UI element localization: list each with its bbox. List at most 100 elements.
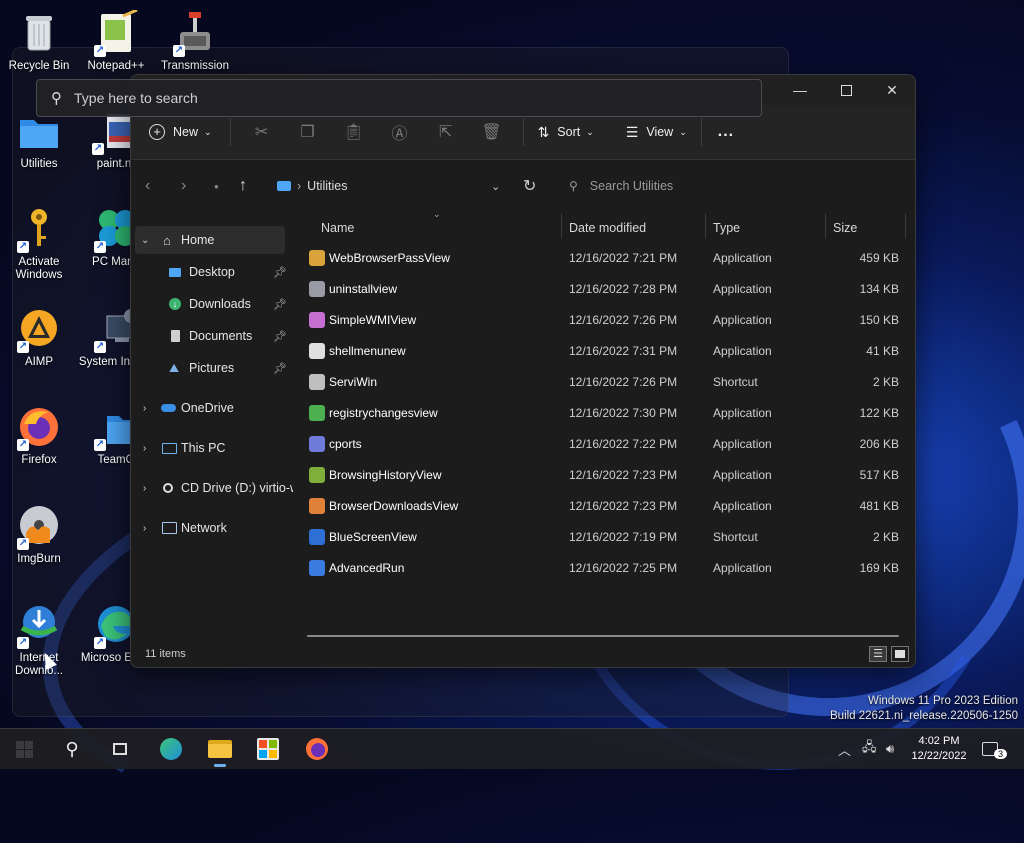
pictures-icon: ⛰ [169,360,180,375]
desktop-icon-transmission[interactable]: ↗ Transmission [157,10,233,73]
desktop-icon-notepadpp[interactable]: ↗ Notepad++ [78,8,154,73]
view-button[interactable]: ☰ View ⌄ [626,124,687,141]
taskbar-edge-button[interactable] [151,729,191,769]
volume-button[interactable]: 🔊︎ [886,729,894,769]
desktop-icon-utilities[interactable]: Utilities [1,108,77,171]
address-row: ‹ › ● ↑ › Utilities ⌄ ↻ ⚲ Search Utiliti… [131,160,915,212]
file-date-modified: 12/16/2022 7:30 PM [569,406,678,420]
desktop-icon-recycle-bin[interactable]: Recycle Bin [1,10,77,73]
copy-button[interactable]: ❐ [285,116,331,148]
file-row[interactable]: uninstallview 12/16/2022 7:28 PM Applicati… [303,274,907,305]
clock[interactable]: 4:02 PM 12/22/2022 [908,734,970,764]
column-header-date[interactable]: Date modified [569,217,646,239]
desktop-icon-label: Utilities [20,158,58,170]
close-button[interactable]: ✕ [869,75,915,105]
file-row[interactable]: registrychangesview 12/16/2022 7:30 PM App… [303,398,907,429]
file-icon [309,281,325,297]
shortcut-arrow-icon: ↗ [94,45,106,57]
file-type: Application [713,561,772,575]
plus-circle-icon: + [149,124,165,140]
column-header-type[interactable]: Type [713,217,740,239]
search-icon: ⚲ [65,738,79,759]
file-row[interactable]: shellmenunew 12/16/2022 7:31 PM Applicatio… [303,336,907,367]
file-icon [309,436,325,452]
desktop-icon-label: Transmission [161,60,229,72]
file-row[interactable]: cports 12/16/2022 7:22 PM Application 206 K… [303,429,907,460]
desktop-icon-internet-download-manager[interactable]: ↗ Internet Downlo... [1,602,77,678]
delete-button[interactable]: 🗑︎ [469,116,515,148]
clipboard-icon: 📋︎ [343,124,364,141]
file-name: cports [329,437,362,451]
desktop-icon-firefox[interactable]: ↗ Firefox [1,404,77,467]
sidebar-item-cd-drive[interactable]: › CD Drive (D:) virtio-w [135,474,293,502]
search-popup[interactable]: ⚲ Type here to search [36,79,762,117]
file-row[interactable]: BrowsingHistoryView 12/16/2022 7:23 PM App… [303,460,907,491]
taskbar-search-button[interactable]: ⚲ [52,729,92,769]
sidebar-item-label: Network [181,521,227,535]
sidebar-item-desktop[interactable]: Desktop 📌︎ [135,258,287,286]
taskbar-firefox-button[interactable] [297,729,337,769]
horizontal-scrollbar[interactable] [307,635,899,637]
sidebar-item-onedrive[interactable]: › OneDrive [135,394,285,422]
new-button[interactable]: + New ⌄ [149,124,212,140]
maximize-button[interactable] [823,75,869,105]
start-button[interactable] [4,729,44,769]
desktop-icon-aimp[interactable]: ↗ AIMP [1,306,77,369]
file-date-modified: 12/16/2022 7:23 PM [569,499,678,513]
sidebar-item-network[interactable]: › Network [135,514,285,542]
sidebar-item-label: OneDrive [181,401,234,415]
column-header-label: Type [713,221,741,235]
sidebar-item-downloads[interactable]: ↓ Downloads 📌︎ [135,290,287,318]
file-row[interactable]: BlueScreenView 12/16/2022 7:19 PM Shortcut… [303,522,907,553]
taskbar-file-explorer-button[interactable] [200,729,240,769]
task-view-button[interactable] [100,729,140,769]
desktop-icon-activate-windows[interactable]: ↗ Activate Windows [1,206,77,282]
sidebar-item-documents[interactable]: Documents 📌︎ [135,322,287,350]
sidebar-item-home[interactable]: ⌄ ⌂ Home [135,226,285,254]
breadcrumb-item-utilities[interactable]: Utilities [307,179,347,193]
back-button[interactable]: ‹ [145,160,150,212]
rename-button[interactable]: Ⓐ [377,116,423,148]
file-row[interactable]: BrowserDownloadsView 12/16/2022 7:23 PM Ap… [303,491,907,522]
cut-button[interactable]: ✂ [239,116,285,148]
file-type: Application [713,406,772,420]
minimize-button[interactable]: — [777,75,823,105]
file-row[interactable]: SimpleWMIView 12/16/2022 7:26 PM Applicati… [303,305,907,336]
notification-badge: 3 [994,749,1008,759]
file-row[interactable]: AdvancedRun 12/16/2022 7:25 PM Application… [303,553,907,584]
file-name: shellmenunew [329,344,406,358]
cloud-icon [161,404,176,412]
edge-icon [160,738,182,760]
forward-button[interactable]: › [181,160,186,212]
file-date-modified: 12/16/2022 7:22 PM [569,437,678,451]
address-dropdown-button[interactable]: ⌄ [491,160,500,212]
shortcut-arrow-icon: ↗ [92,143,104,155]
sort-button[interactable]: ⇅ Sort ⌄ [538,124,594,141]
network-status-button[interactable]: 🖧︎ [862,729,877,769]
share-button[interactable]: ⇱ [423,116,469,148]
tiles-view-button[interactable] [891,646,909,662]
more-options-button[interactable]: ... [718,123,734,141]
pin-icon: 📌︎ [273,330,287,343]
notification-center-button[interactable]: 3 [982,729,1008,769]
column-header-name[interactable]: Name [321,217,354,239]
up-button[interactable]: ↑ [239,160,247,212]
file-row[interactable]: WebBrowserPassView 12/16/2022 7:21 PM Appl… [303,243,907,274]
desktop-icon-label: Firefox [21,454,57,466]
column-header-size[interactable]: Size [833,217,857,239]
sidebar-item-this-pc[interactable]: › This PC [135,434,285,462]
taskbar-store-button[interactable] [248,729,288,769]
home-icon: ⌂ [163,232,171,248]
search-box[interactable]: ⚲ Search Utilities [569,170,909,202]
details-view-button[interactable]: ☰ [869,646,887,662]
file-date-modified: 12/16/2022 7:26 PM [569,313,678,327]
file-date-modified: 12/16/2022 7:23 PM [569,468,678,482]
refresh-button[interactable]: ↻ [523,160,536,212]
sidebar-item-pictures[interactable]: ⛰ Pictures 📌︎ [135,354,287,382]
paste-button[interactable]: 📋︎ [331,116,377,148]
show-hidden-icons-button[interactable]: ︿ [838,729,851,769]
breadcrumb[interactable]: › Utilities [277,160,347,212]
recent-locations-button[interactable]: ● [214,160,219,212]
file-row[interactable]: ServiWin 12/16/2022 7:26 PM Shortcut 2 KB [303,367,907,398]
desktop-icon-imgburn[interactable]: ↗ ImgBurn [1,503,77,566]
